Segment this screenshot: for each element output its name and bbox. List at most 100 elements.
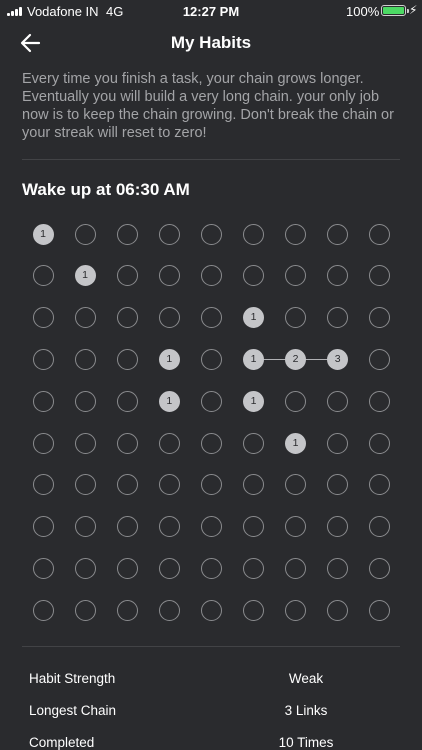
chain-day-empty[interactable] <box>158 557 180 579</box>
chain-day-empty[interactable] <box>158 307 180 329</box>
chain-day-empty[interactable] <box>116 390 138 412</box>
chain-day-empty[interactable] <box>32 599 54 621</box>
chain-day-empty[interactable] <box>74 516 96 538</box>
chain-day-empty[interactable] <box>327 307 349 329</box>
chain-day-empty[interactable] <box>369 390 391 412</box>
chain-day-empty[interactable] <box>116 223 138 245</box>
chain-day-empty[interactable] <box>285 557 307 579</box>
chain-day-empty[interactable] <box>158 599 180 621</box>
chain-day-empty[interactable] <box>116 432 138 454</box>
habit-name: Wake up at 06:30 AM <box>22 180 190 199</box>
stat-value: Weak <box>288 671 324 686</box>
chain-day-empty[interactable] <box>32 557 54 579</box>
chain-day-empty[interactable] <box>74 390 96 412</box>
chain-day-empty[interactable] <box>200 223 222 245</box>
chain-day-empty[interactable] <box>369 557 391 579</box>
chain-day-empty[interactable] <box>285 599 307 621</box>
stat-label: Habit Strength <box>29 671 116 686</box>
chain-day-empty[interactable] <box>327 474 349 496</box>
chain-day-empty[interactable] <box>74 432 96 454</box>
chain-day-empty[interactable] <box>369 223 391 245</box>
chain-day-completed[interactable]: 1 <box>243 307 264 329</box>
chain-day-empty[interactable] <box>74 223 96 245</box>
chain-day-completed[interactable]: 2 <box>285 348 307 370</box>
page-title: My Habits <box>170 33 252 52</box>
chain-day-empty[interactable] <box>116 265 138 287</box>
battery-icon <box>381 5 409 16</box>
chain-day-empty[interactable] <box>200 265 222 287</box>
chain-day-empty[interactable] <box>74 307 96 329</box>
chain-day-empty[interactable] <box>32 516 54 538</box>
chain-day-empty[interactable] <box>200 599 222 621</box>
chain-day-empty[interactable] <box>158 516 180 538</box>
chain-day-completed[interactable]: 1 <box>243 348 264 370</box>
chain-day-empty[interactable] <box>369 599 391 621</box>
status-bar: Vodafone IN 4G 12:27 PM 100% ⚡︎ <box>0 0 422 22</box>
chain-day-empty[interactable] <box>285 516 307 538</box>
chain-day-empty[interactable] <box>200 390 222 412</box>
chain-day-completed[interactable]: 1 <box>74 265 96 287</box>
chain-day-empty[interactable] <box>200 348 222 370</box>
chain-day-empty[interactable] <box>200 432 222 454</box>
chain-day-empty[interactable] <box>243 474 264 496</box>
chain-day-empty[interactable] <box>327 390 349 412</box>
divider <box>22 159 400 160</box>
chain-day-completed[interactable]: 1 <box>158 390 180 412</box>
chain-day-empty[interactable] <box>327 516 349 538</box>
chain-day-empty[interactable] <box>285 390 307 412</box>
chain-day-empty[interactable] <box>32 390 54 412</box>
chain-day-empty[interactable] <box>200 307 222 329</box>
chain-day-empty[interactable] <box>369 307 391 329</box>
chain-day-empty[interactable] <box>32 474 54 496</box>
chain-day-empty[interactable] <box>74 348 96 370</box>
chain-day-empty[interactable] <box>32 265 54 287</box>
chain-day-empty[interactable] <box>74 599 96 621</box>
stat-value: 3 Links <box>284 703 328 718</box>
chain-day-completed[interactable]: 1 <box>285 432 307 454</box>
chain-day-empty[interactable] <box>158 223 180 245</box>
chain-day-empty[interactable] <box>369 265 391 287</box>
chain-day-empty[interactable] <box>369 348 391 370</box>
chain-day-empty[interactable] <box>285 307 307 329</box>
chain-day-empty[interactable] <box>32 307 54 329</box>
chain-day-empty[interactable] <box>116 599 138 621</box>
chain-day-empty[interactable] <box>116 307 138 329</box>
chain-day-empty[interactable] <box>243 223 264 245</box>
chain-day-empty[interactable] <box>200 474 222 496</box>
chain-day-empty[interactable] <box>243 557 264 579</box>
chain-day-empty[interactable] <box>116 557 138 579</box>
chain-day-empty[interactable] <box>74 474 96 496</box>
chain-day-empty[interactable] <box>200 557 222 579</box>
chain-day-completed[interactable]: 1 <box>32 223 54 245</box>
chain-day-empty[interactable] <box>243 432 264 454</box>
chain-day-empty[interactable] <box>243 599 264 621</box>
chain-day-empty[interactable] <box>158 474 180 496</box>
chain-day-empty[interactable] <box>285 265 307 287</box>
stat-value: 10 Times <box>278 735 334 750</box>
chain-day-empty[interactable] <box>285 474 307 496</box>
chain-day-empty[interactable] <box>158 265 180 287</box>
chain-day-empty[interactable] <box>32 348 54 370</box>
chain-day-empty[interactable] <box>116 348 138 370</box>
chain-day-empty[interactable] <box>200 516 222 538</box>
chain-day-completed[interactable]: 3 <box>327 348 349 370</box>
chain-day-empty[interactable] <box>116 474 138 496</box>
chain-day-empty[interactable] <box>369 516 391 538</box>
chain-day-empty[interactable] <box>74 557 96 579</box>
chain-day-empty[interactable] <box>116 516 138 538</box>
chain-day-empty[interactable] <box>243 516 264 538</box>
habit-description: Every time you finish a task, your chain… <box>22 71 394 141</box>
chain-day-empty[interactable] <box>327 432 349 454</box>
chain-day-completed[interactable]: 1 <box>243 390 264 412</box>
chain-day-empty[interactable] <box>369 432 391 454</box>
chain-day-empty[interactable] <box>327 265 349 287</box>
chain-day-completed[interactable]: 1 <box>158 348 180 370</box>
chain-day-empty[interactable] <box>32 432 54 454</box>
chain-day-empty[interactable] <box>369 474 391 496</box>
chain-day-empty[interactable] <box>285 223 307 245</box>
chain-day-empty[interactable] <box>327 599 349 621</box>
chain-day-empty[interactable] <box>243 265 264 287</box>
chain-day-empty[interactable] <box>327 557 349 579</box>
chain-day-empty[interactable] <box>158 432 180 454</box>
chain-day-empty[interactable] <box>327 223 349 245</box>
